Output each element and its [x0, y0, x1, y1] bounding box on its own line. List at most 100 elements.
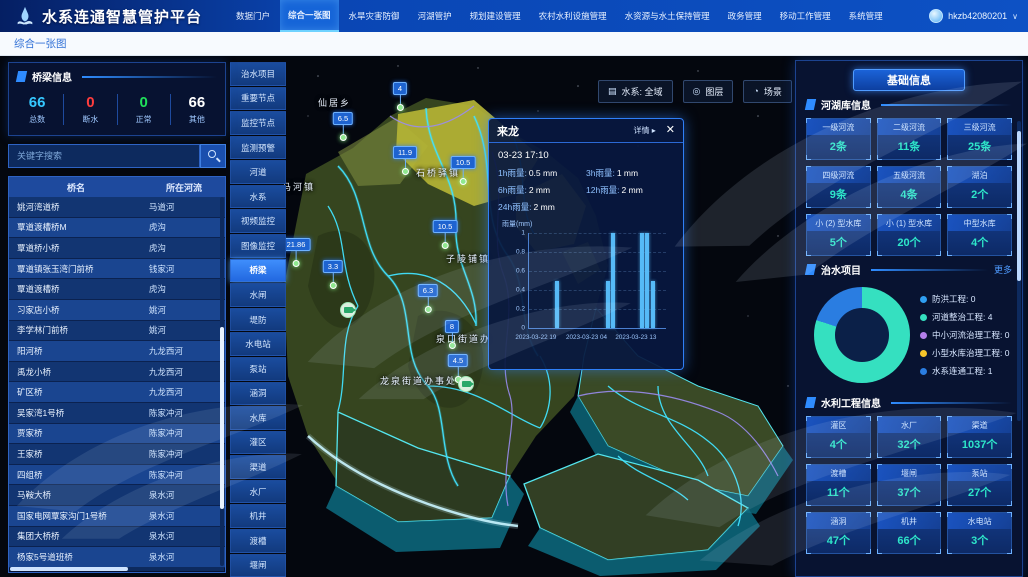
marker-pin-icon: [330, 282, 337, 289]
layer-menu-item[interactable]: 水库: [230, 406, 286, 430]
map-marker[interactable]: 8: [445, 320, 459, 349]
layer-menu-item[interactable]: 渠道: [230, 455, 286, 479]
layer-menu-item[interactable]: 河道: [230, 160, 286, 184]
table-row[interactable]: 杨家5号道班桥泉水河: [9, 547, 225, 568]
map-control-button[interactable]: ◔场景: [743, 80, 791, 103]
close-icon[interactable]: ✕: [666, 125, 675, 136]
table-row[interactable]: 李学林门前桥姚河: [9, 321, 225, 342]
table-row[interactable]: 习家店小桥姚河: [9, 300, 225, 321]
basic-info-panel: 基础信息 河湖库信息 一级河流2条二级河流11条三级河流25条四级河流9条五级河…: [795, 60, 1023, 577]
layer-menu-item[interactable]: 水系: [230, 185, 286, 209]
basic-info-header-button[interactable]: 基础信息: [853, 69, 965, 91]
panel-vscroll-thumb[interactable]: [1017, 131, 1021, 281]
map-marker[interactable]: 10.5: [433, 220, 458, 249]
map-marker[interactable]: 10.5: [451, 156, 476, 185]
table-row[interactable]: 阳河桥九龙西河: [9, 341, 225, 362]
map-marker[interactable]: 4: [393, 82, 407, 111]
map-marker[interactable]: 3.3: [323, 260, 343, 289]
layer-menu-item[interactable]: 图像监控: [230, 234, 286, 258]
table-vscroll-thumb[interactable]: [220, 327, 224, 509]
more-link[interactable]: 更多: [994, 263, 1012, 276]
layer-menu-item[interactable]: 治水项目: [230, 62, 286, 86]
card-corner: [877, 512, 882, 517]
layer-menu-item[interactable]: 堤防: [230, 308, 286, 332]
map-marker[interactable]: 6.3: [418, 284, 438, 313]
layer-menu-item[interactable]: 涵洞: [230, 382, 286, 406]
rain-stat-value: 2 mm: [529, 185, 550, 195]
table-row[interactable]: 覃道渡槽桥M虎沟: [9, 218, 225, 239]
rain-stat-value: 1 mm: [617, 168, 638, 178]
table-row[interactable]: 四组桥陈家冲河: [9, 465, 225, 486]
bridge-name-cell: 吴家湾1号桥: [9, 407, 143, 419]
info-card: 二级河流11条: [877, 118, 942, 160]
table-row[interactable]: 集团大桥桥泉水河: [9, 527, 225, 548]
table-row[interactable]: 吴家湾1号桥陈家冲河: [9, 403, 225, 424]
table-row[interactable]: 覃道渡槽桥虎沟: [9, 279, 225, 300]
bridge-name-cell: 姚河湾道桥: [9, 201, 143, 213]
nav-item[interactable]: 数据门户: [228, 0, 278, 32]
card-corner: [1007, 118, 1012, 123]
card-label: 四级河流: [807, 167, 870, 183]
search-input[interactable]: [8, 144, 200, 168]
card-corner: [1007, 512, 1012, 517]
layer-menu-item[interactable]: 灌区: [230, 431, 286, 455]
camera-marker[interactable]: [340, 302, 356, 318]
layer-menu-item[interactable]: 水厂: [230, 480, 286, 504]
layer-menu-item[interactable]: 监测预警: [230, 136, 286, 160]
table-row[interactable]: 覃道镇张玉湾门前桥钱家河: [9, 259, 225, 280]
nav-item[interactable]: 农村水利设施管理: [531, 0, 615, 32]
layer-menu-item[interactable]: 泵站: [230, 357, 286, 381]
table-row[interactable]: 禹龙小桥九龙西河: [9, 362, 225, 383]
table-row[interactable]: 矿区桥九龙西河: [9, 382, 225, 403]
marker-stem: [404, 159, 405, 168]
stat-label: 正常: [118, 114, 170, 125]
card-label: 泵站: [948, 465, 1011, 481]
search-button[interactable]: [200, 144, 226, 168]
table-row[interactable]: 王家桥陈家冲河: [9, 444, 225, 465]
section-bullet-icon: [805, 99, 816, 110]
bridge-name-cell: 覃道渡槽桥M: [9, 221, 143, 233]
nav-item[interactable]: 移动工作管理: [772, 0, 839, 32]
map-marker[interactable]: 6.5: [333, 112, 353, 141]
layer-menu-item[interactable]: 堰闸: [230, 554, 286, 577]
layer-menu-item[interactable]: 视频监控: [230, 209, 286, 233]
table-row[interactable]: 姚河湾道桥马道河: [9, 197, 225, 218]
card-label: 一级河流: [807, 119, 870, 135]
nav-item[interactable]: 水资源与水土保持管理: [617, 0, 718, 32]
table-row[interactable]: 马鞍大桥泉水河: [9, 485, 225, 506]
nav-item[interactable]: 水旱灾害防御: [341, 0, 408, 32]
card-corner: [877, 155, 882, 160]
rain-stat-value: 2 mm: [622, 185, 643, 195]
map-control-button[interactable]: ◎图层: [683, 80, 734, 103]
layer-menu-item[interactable]: 渡槽: [230, 529, 286, 553]
breadcrumb[interactable]: 综合一张图: [14, 36, 67, 51]
layer-menu-item[interactable]: 重要节点: [230, 87, 286, 111]
layer-menu-item[interactable]: 监控节点: [230, 111, 286, 135]
nav-item[interactable]: 河湖管护: [410, 0, 460, 32]
popup-detail-link[interactable]: 详情 ▸: [634, 125, 656, 136]
layer-menu-item[interactable]: 机井: [230, 504, 286, 528]
layer-menu-item[interactable]: 水闸: [230, 283, 286, 307]
legend-dot-icon: [920, 368, 927, 375]
table-row[interactable]: 贾家桥陈家冲河: [9, 424, 225, 445]
card-corner: [877, 453, 882, 458]
card-corner: [877, 118, 882, 123]
rain-stat-label: 12h雨量:: [586, 185, 620, 195]
map-marker[interactable]: 11.9: [393, 146, 417, 175]
nav-item[interactable]: 政务管理: [720, 0, 770, 32]
camera-marker[interactable]: [458, 376, 474, 392]
table-row[interactable]: 覃道桥小桥虎沟: [9, 238, 225, 259]
card-corner: [806, 512, 811, 517]
info-card: 堰闸37个: [877, 464, 942, 506]
table-hscroll-thumb[interactable]: [10, 567, 128, 571]
table-row[interactable]: 国家电网覃家沟门1号桥泉水河: [9, 506, 225, 527]
rain-stat: 1h雨量:0.5 mm: [498, 167, 586, 179]
layer-menu-item[interactable]: 水电站: [230, 332, 286, 356]
nav-item[interactable]: 规划建设管理: [462, 0, 529, 32]
chart-bar: [640, 233, 644, 328]
nav-item[interactable]: 系统管理: [841, 0, 891, 32]
nav-item[interactable]: 综合一张图: [280, 0, 339, 32]
map-control-button[interactable]: ▤水系: 全域: [598, 80, 673, 103]
user-menu[interactable]: hkzb42080201 ∨: [929, 9, 1018, 23]
layer-menu-item[interactable]: 桥梁: [230, 259, 286, 283]
